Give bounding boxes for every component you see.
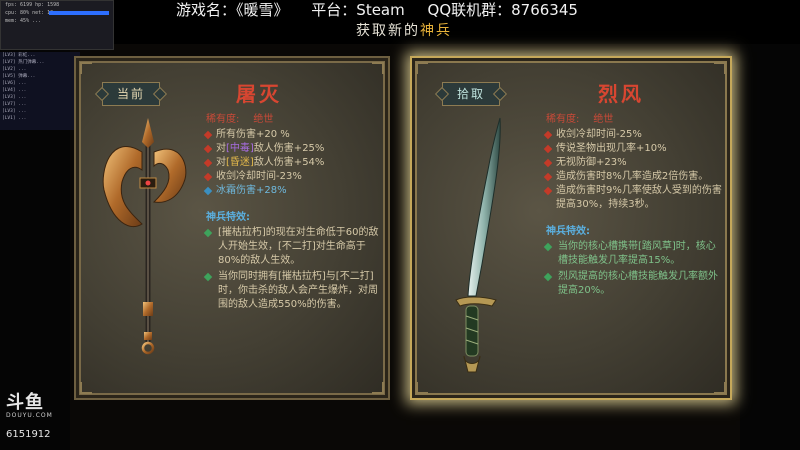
special-effect-item: 当你同时拥有[摧枯拉朽]与[不二打]时，你击杀的敌人会产生爆炸，对周围的敌人造成…	[204, 270, 380, 312]
banner-accent: 神兵	[420, 23, 452, 39]
current-weapon-card[interactable]: 当前 屠灭 稀有度: 绝世 所有伤害+20 % 对[中毒]敌人伤害+25% 对[…	[74, 56, 390, 400]
stream-title: 游戏名：《暖雪》 平台：Steam QQ联机群：8766345	[176, 0, 596, 20]
chat-line: [LV3] ...	[2, 95, 27, 100]
qq-group: QQ联机群：8766345	[427, 1, 578, 19]
special-effect-list: [摧枯拉朽]的现在对生命低于60的敌人开始生效，[不二打]对生命高于80%的敌人…	[204, 226, 380, 314]
weapon-name: 烈风	[598, 82, 644, 106]
special-effect-title: 神兵特效:	[206, 212, 250, 223]
chat-line: [LV1] ...	[2, 116, 27, 121]
stat-item: 对[中毒]敌人伤害+25%	[204, 142, 384, 156]
banner-prefix: 获取新的	[356, 23, 420, 39]
rarity-value: 绝世	[253, 114, 274, 125]
stat-text: 敌人伤害+54%	[253, 157, 325, 168]
stat-item: 造成伤害时8%几率造成2倍伤害。	[544, 170, 728, 184]
frame-corner	[416, 382, 428, 394]
current-tag: 当前	[94, 82, 168, 106]
acquire-banner: 获取新的神兵	[356, 20, 452, 42]
special-effect-item: 当你的核心槽携带[踏风草]时，核心槽技能触发几率提高15%。	[544, 240, 724, 268]
platform: 平台：Steam	[311, 1, 405, 19]
frame-corner	[80, 382, 92, 394]
douyu-domain: DOUYU.COM	[6, 412, 53, 419]
chat-overlay: [LV3] 彩虹... [LV7] 热门弹幕... [LV2] ... [LV5…	[0, 52, 80, 130]
chat-line: [LV3] 彩虹...	[2, 53, 36, 58]
chat-line: [LV7] ...	[2, 102, 27, 107]
special-effect-item: 烈风提高的核心槽技能触发几率额外提高20%。	[544, 270, 724, 298]
pickup-tag[interactable]: 拾取	[434, 82, 508, 106]
tag-ornament	[492, 86, 508, 102]
stat-list: 收剑冷却时间-25% 传说圣物出现几率+10% 无视防御+23% 造成伤害时8%…	[544, 128, 728, 212]
stat-item: 收剑冷却时间-25%	[544, 128, 728, 142]
chat-line: [LV7] 热门弹幕...	[2, 60, 45, 65]
rarity: 稀有度: 绝世	[206, 110, 273, 125]
stat-text: 收剑冷却时间-23%	[216, 171, 302, 182]
stats-row: mem: 45% ...	[5, 18, 42, 24]
stat-item: 所有伤害+20 %	[204, 128, 384, 142]
status-keyword: [昏迷]	[226, 157, 254, 168]
stat-text: 敌人伤害+25%	[253, 143, 325, 154]
progress-bar	[49, 11, 109, 15]
tag-ornament	[434, 86, 450, 102]
tag-label: 拾取	[456, 87, 485, 101]
stat-item: 无视防御+23%	[544, 156, 728, 170]
rarity-label: 稀有度:	[546, 114, 580, 125]
rarity-label: 稀有度:	[206, 114, 240, 125]
pickup-weapon-card[interactable]: 拾取 烈风 稀有度: 绝世 收剑冷却时间-25% 传说圣物出现几率+10% 无视…	[410, 56, 732, 400]
halberd-icon	[90, 112, 200, 364]
special-effect-item: [摧枯拉朽]的现在对生命低于60的敌人开始生效，[不二打]对生命高于80%的敌人…	[204, 226, 380, 268]
rarity-value: 绝世	[593, 114, 614, 125]
chat-line: [LV3] ...	[2, 109, 27, 114]
rarity: 稀有度: 绝世	[546, 110, 613, 125]
stat-item: 冰霜伤害+28%	[204, 184, 384, 198]
stat-list: 所有伤害+20 % 对[中毒]敌人伤害+25% 对[昏迷]敌人伤害+54% 收剑…	[204, 128, 384, 198]
frame-corner	[372, 62, 384, 74]
frame-corner	[416, 62, 428, 74]
stat-item: 对[昏迷]敌人伤害+54%	[204, 156, 384, 170]
tag-label: 当前	[116, 87, 145, 101]
stat-item: 收剑冷却时间-23%	[204, 170, 384, 184]
weapon-name: 屠灭	[236, 82, 282, 106]
douyu-watermark: 斗鱼 DOUYU.COM 6151912	[6, 388, 66, 440]
frame-corner	[714, 382, 726, 394]
streamer-stats-overlay: fps: 6199 hp: 1598 cpu: 80% net: 12 mem:…	[0, 0, 114, 50]
frame-corner	[714, 62, 726, 74]
stat-item: 传说圣物出现几率+10%	[544, 142, 728, 156]
special-effect-list: 当你的核心槽携带[踏风草]时，核心槽技能触发几率提高15%。 烈风提高的核心槽技…	[544, 240, 724, 300]
stats-row: fps: 6199 hp: 1598	[5, 2, 60, 8]
frame-corner	[80, 62, 92, 74]
chat-line: [LV5] 弹幕...	[2, 74, 36, 79]
status-keyword: [中毒]	[226, 143, 254, 154]
stat-text: 所有伤害+20 %	[216, 129, 290, 140]
chat-line: [LV2] ...	[2, 67, 27, 72]
stat-text: 冰霜伤害+28%	[216, 185, 287, 196]
chat-line: [LV4] ...	[2, 88, 27, 93]
stat-text: 对	[216, 143, 226, 154]
special-effect-title: 神兵特效:	[546, 226, 590, 237]
tag-ornament	[94, 86, 110, 102]
stat-text: 对	[216, 157, 226, 168]
game-name: 游戏名：《暖雪》	[176, 1, 289, 19]
chat-line: [LV6] ...	[2, 81, 27, 86]
douyu-logo: 斗鱼	[6, 392, 44, 413]
sword-icon	[442, 114, 522, 376]
right-letterbox	[740, 44, 800, 450]
tag-ornament	[152, 86, 168, 102]
room-number: 6151912	[6, 429, 51, 440]
stat-item: 造成伤害时9%几率使敌人受到的伤害提高30%，持续3秒。	[544, 184, 728, 212]
frame-corner	[372, 382, 384, 394]
